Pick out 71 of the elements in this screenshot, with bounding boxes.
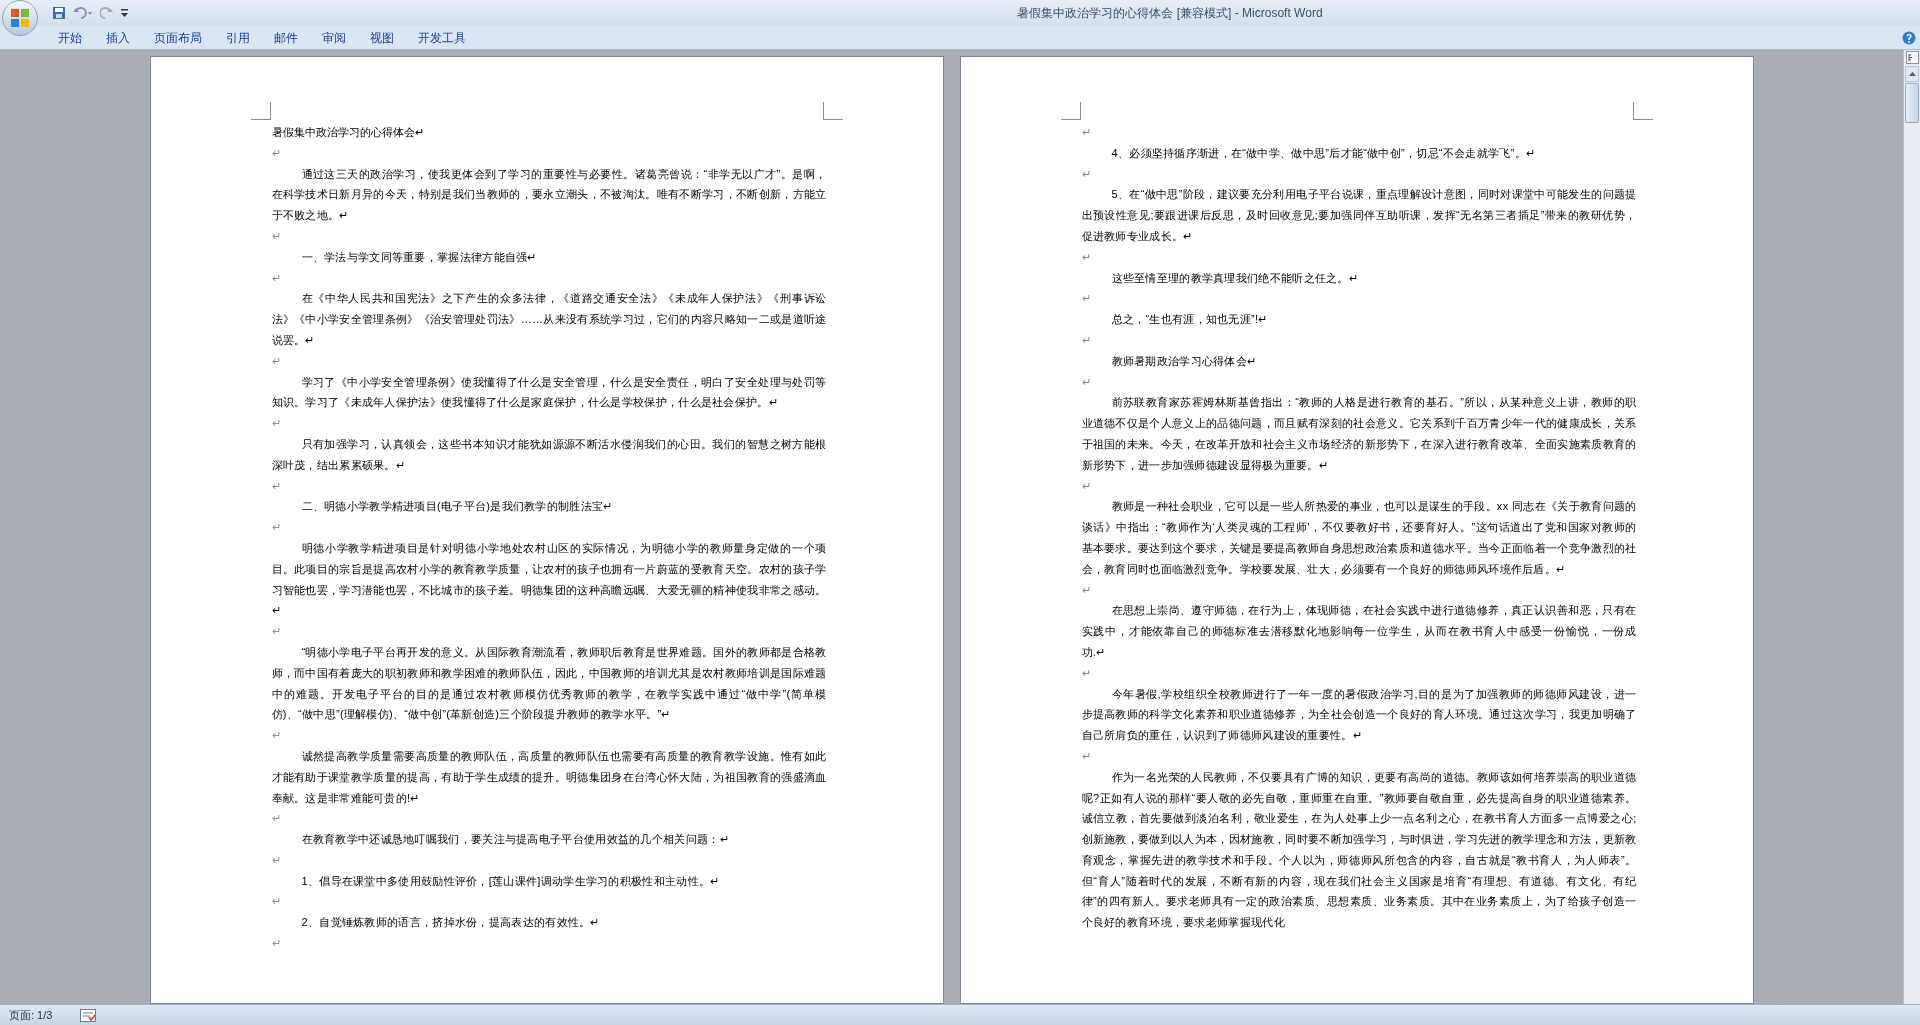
ruler-icon[interactable] — [1905, 51, 1919, 64]
paragraph: 教师是一种社会职业，它可以是一些人所热爱的事业，也可以是谋生的手段。xx 同志在《关于教育问题的谈话》中指出：“教师作为‘人类灵魂的工程师’，不仅要教好书，还要育好人。”这句话道出了党和国家对教师的基本要求。要达到这个要求，关键是要提高教师自身思想政治素质和道德水平。当今正面临着一个竞争激烈的社会，教育同时也面临激烈竞争。学校要发展、壮大，必须要有一个良好的师德师风环境作后盾。↵ — [1081, 499, 1637, 577]
paragraph-mark: ↵ — [1081, 332, 1091, 348]
ribbon-tab[interactable]: 开始 — [48, 26, 92, 49]
scroll-up-button[interactable] — [1905, 66, 1919, 82]
paragraph: 1、倡导在课堂中多使用鼓励性评价，[莲山课件]调动学生学习的积极性和主动性。↵ — [300, 873, 721, 889]
paragraph-mark: ↵ — [271, 478, 281, 494]
margin-corner-mark — [1060, 102, 1081, 120]
customize-toolbar-icon[interactable] — [120, 8, 129, 18]
paragraph: 通过这三天的政治学习，使我更体会到了学习的重要性与必要性。诸葛亮曾说：“非学无以广才”。是啊，在科学技术日新月异的今天，特别是我们当教师的，要永立潮头，不被淘汰。唯有不断学习，不断创新，方能立于不败之地。↵ — [271, 166, 827, 224]
ribbon-tab[interactable]: 开发工具 — [408, 26, 476, 49]
paragraph-mark: ↵ — [271, 811, 281, 827]
margin-corner-mark — [1632, 102, 1653, 120]
paragraph: 在思想上崇尚、遵守师德，在行为上，体现师德，在社会实践中进行道德修养，真正认识善和恶，只有在实践中，才能依靠自己的师德标准去潜移默化地影响每一位学生，从而在教书育人中感受一份愉悦，一份成功.↵ — [1081, 603, 1637, 660]
window-title: 暑假集中政治学习的心得体会 [兼容模式] - Microsoft Word — [1017, 5, 1323, 22]
paragraph-mark: ↵ — [271, 728, 281, 744]
paragraph-mark: ↵ — [1081, 478, 1091, 494]
paragraph-mark: ↵ — [271, 852, 281, 868]
paragraph: 4、必须坚持循序渐进，在“做中学、做中思”后才能“做中创”，切忌“不会走就学飞”。↵ — [1110, 145, 1537, 161]
paragraph: 在教育教学中还诚恳地叮嘱我们，要关注与提高电子平台使用效益的几个相关问题：↵ — [300, 832, 730, 848]
margin-corner-mark — [822, 102, 843, 120]
paragraph: 作为一名光荣的人民教师，不仅要具有广博的知识，更要有高尚的道德。教师该如何培养崇高的职业道德呢?正如有人说的那样“要人敬的必先自敬，重师重在自重。”教师要自敬自重，必先提高自身的职业道德素养。诚信立教，首先要做到淡泊名利，敬业爱生，在为人处事上少一点名利之心，在教书育人方面多一点博爱之心;创新施教，要做到以人为本，因材施教，同时要不断加强学习，与时俱进，学习先进的教学理念和方法，更新教育观念，掌握先进的教学技术和手段。个人以为，师德师风所包含的内容，自古就是“教书育人，为人师表”。但“育人”随着时代的发展，不断有新的内容，现在我们社会主义国家是培育“有理想、有道德、有文化、有纪律”的四有新人。要求老师具有一定的政治素质、思想素质、业务素质。其中在业务素质上，为了给孩子创造一个良好的教育环境，要求老师掌握现代化 — [1081, 769, 1637, 931]
paragraph: 总之，“生也有涯，知也无涯”!↵ — [1110, 312, 1269, 328]
ribbon-tab[interactable]: 页面布局 — [144, 26, 212, 49]
margin-corner-mark — [250, 102, 271, 120]
paragraph: 明德小学教学精进项目是针对明德小学地处农村山区的实际情况，为明德小学的教师量身定做的一个项目。此项目的宗旨是提高农村小学的教育教学质量，让农村的孩子也拥有一片蔚蓝的受教育天空。农村的孩子学习智能也罢，学习潜能也罢，不比城市的孩子差。明德集团的这种高瞻远瞩、大爱无疆的精神使我非常之感动。↵ — [271, 540, 827, 619]
paragraph-mark: ↵ — [1081, 249, 1091, 265]
save-icon[interactable] — [52, 6, 66, 20]
paragraph: 一、学法与学文同等重要，掌握法律方能自强↵ — [300, 249, 538, 265]
proofing-icon[interactable] — [80, 1008, 97, 1022]
up-arrow-icon — [1908, 72, 1916, 76]
office-logo-icon — [10, 8, 30, 28]
paragraph: 这些至情至理的教学真理我们绝不能听之任之。↵ — [1110, 270, 1360, 286]
paragraph: 诚然提高教学质量需要高质量的教师队伍，高质量的教师队伍也需要有高质量的教育教学设施。惟有如此才能有助于课堂教学质量的提高，有助于学生成绩的提升。明德集团身在台湾心怀大陆，为祖国教育的强盛滴血奉献。这是非常难能可贵的!↵ — [271, 748, 827, 806]
paragraph: 教师暑期政治学习心得体会↵ — [1110, 353, 1258, 369]
scroll-thumb[interactable] — [1905, 83, 1919, 123]
paragraph: 二、明德小学教学精进项目(电子平台)是我们教学的制胜法宝↵ — [300, 499, 614, 515]
paragraph-mark: ↵ — [271, 229, 281, 244]
paragraph-mark: ↵ — [1081, 748, 1091, 764]
paragraph-mark: ↵ — [271, 894, 281, 910]
ribbon-tab[interactable]: 邮件 — [264, 26, 308, 49]
ribbon-tab[interactable]: 视图 — [360, 26, 404, 49]
paragraph: 只有加强学习，认真领会，这些书本知识才能犹如源源不断活水侵润我们的心田。我们的智慧之树方能根深叶茂，结出累累硕果。↵ — [271, 436, 827, 473]
paragraph-mark: ↵ — [271, 270, 281, 286]
paragraph-mark: ↵ — [271, 145, 281, 161]
ribbon-tab[interactable]: 插入 — [96, 26, 140, 49]
office-button[interactable] — [2, 0, 38, 36]
paragraph-mark: ↵ — [271, 624, 281, 640]
paragraph: “明德小学电子平台再开发的意义。从国际教育潮流看，教师职后教育是世界难题。国外的教师都是合格教师，而中国有着庞大的职初教师和教学困难的教师队伍，因此，中国教师的培训尤其是农村教师培训是国际难题中的难题。开发电子平台的目的是通过农村教师模仿优秀教师的教学，在教学实践中通过“做中学”(简单模仿)、“做中思”(理解模仿)、“做中创”(革新创造)三个阶段提升教师的教学水平。”↵ — [271, 644, 827, 723]
paragraph-mark: ↵ — [271, 936, 281, 952]
paragraph: 今年暑假,学校组织全校教师进行了一年一度的暑假政治学习,目的是为了加强教师的师德师风建设，进一步提高教师的科学文化素养和职业道德修养，为全社会创造一个良好的育人环境。通过这次学习，我更加明确了自己所肩负的重任，认识到了师德师风建设的重要性。↵ — [1081, 686, 1637, 744]
paragraph-mark: ↵ — [1081, 125, 1091, 140]
help-icon[interactable] — [1902, 30, 1916, 45]
paragraph: 5、在“做中思”阶段，建议要充分利用电子平台说课，重点理解设计意图，同时对课堂中可能发生的问题提出预设性意见;要跟进课后反思，及时回收意见;要加强同伴互助听课，发挥“无名第三者插足”带来的教研优势，促进教师专业成长。↵ — [1081, 187, 1637, 244]
paragraph: 在《中华人民共和国宪法》之下产生的众多法律，《道路交通安全法》《未成年人保护法》《刑事诉讼法》《中小学安全管理条例》《治安管理处罚法》……从来没有系统学习过，它们的内容只略知一二或是道听途说罢。↵ — [271, 291, 827, 348]
paragraph-mark: ↵ — [1081, 374, 1091, 390]
paragraph-mark: ↵ — [1081, 582, 1091, 598]
paragraph-mark: ↵ — [271, 353, 281, 369]
paragraph: 前苏联教育家苏霍姆林斯基曾指出：“教师的人格是进行教育的基石。”所以，从某种意义上讲，教师的职业道德不仅是个人意义上的品德问题，而且赋有深刻的社会意义。它关系到千百万青少年一代的健康成长，关系于祖国的未来。今天，在改革开放和社会主义市场经济的新形势下，在深入进行教育改革、全面实施素质教育的新形势下，进一步加强师德建设显得极为重要。↵ — [1081, 395, 1637, 473]
paragraph: 学习了《中小学安全管理条例》使我懂得了什么是安全管理，什么是安全责任，明白了安全处理与处罚等知识。学习了《未成年人保护法》使我懂得了什么是家庭保护，什么是学校保护，什么是社会保护。↵ — [271, 374, 827, 411]
paragraph-mark: ↵ — [1081, 665, 1091, 681]
document-title: 暑假集中政治学习的心得体会↵ — [271, 125, 425, 140]
paragraph-mark: ↵ — [1081, 291, 1091, 307]
page-count[interactable]: 页面: 1/3 — [9, 1006, 53, 1024]
paragraph-mark: ↵ — [271, 520, 281, 536]
undo-icon[interactable] — [72, 6, 94, 20]
ribbon-tab[interactable]: 审阅 — [312, 26, 356, 49]
ribbon-tab[interactable]: 引用 — [216, 26, 260, 49]
paragraph-mark: ↵ — [271, 416, 281, 432]
paragraph: 2、自觉锤炼教师的语言，挤掉水份，提高表达的有效性。↵ — [300, 915, 601, 931]
paragraph-mark: ↵ — [1081, 166, 1091, 182]
